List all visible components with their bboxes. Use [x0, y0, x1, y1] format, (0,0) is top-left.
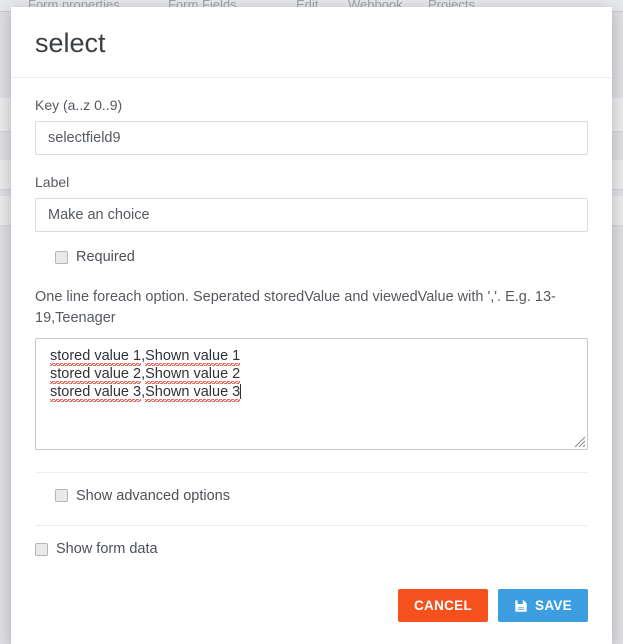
required-checkbox-label: Required: [76, 249, 135, 266]
options-help-text: One line foreach option. Seperated store…: [35, 288, 556, 326]
options-line-2-shown: Shown value 2: [145, 365, 241, 384]
options-line-3-stored: stored value 3: [50, 383, 142, 402]
options-line-2-stored: stored value 2: [50, 365, 142, 384]
divider-above-form-data: [35, 525, 588, 527]
options-line-3: stored value 3,Shown value 3: [50, 383, 242, 402]
cancel-button[interactable]: CANCEL: [397, 589, 489, 622]
show-advanced-options-row[interactable]: Show advanced options: [55, 489, 588, 504]
label-field-label: Label: [35, 173, 70, 190]
show-form-data-checkbox[interactable]: [35, 542, 48, 556]
options-line-3-shown: Shown value 3: [145, 383, 241, 402]
label-input[interactable]: [35, 198, 588, 233]
required-checkbox[interactable]: [55, 250, 68, 264]
divider-above-advanced: [35, 471, 588, 473]
show-form-data-label: Show form data: [56, 541, 158, 558]
key-field-group: Key (a..z 0..9): [35, 96, 588, 155]
options-line-1-shown: Shown value 1: [145, 347, 241, 366]
options-line-2: stored value 2,Shown value 2: [50, 365, 241, 384]
modal-header: select: [11, 7, 612, 78]
options-textarea[interactable]: stored value 1,Shown value 1 stored valu…: [35, 337, 588, 450]
show-form-data-row[interactable]: Show form data: [35, 542, 588, 557]
required-checkbox-row[interactable]: Required: [55, 250, 588, 265]
options-textarea-wrap: stored value 1,Shown value 1 stored valu…: [35, 337, 588, 450]
key-input[interactable]: [35, 120, 588, 155]
show-advanced-options-checkbox[interactable]: [55, 489, 68, 503]
key-field-label: Key (a..z 0..9): [35, 96, 123, 113]
cancel-button-label: CANCEL: [413, 598, 473, 613]
label-field-group: Label: [35, 173, 588, 233]
modal-title: select: [35, 28, 106, 58]
save-button-label: SAVE: [535, 598, 572, 613]
floppy-disk-icon: [515, 599, 527, 612]
modal-body: Key (a..z 0..9) Label Required One line …: [11, 78, 612, 644]
modal-footer: CANCEL SAVE: [11, 589, 612, 644]
options-line-1-stored: stored value 1: [50, 347, 142, 366]
save-button[interactable]: SAVE: [498, 589, 588, 622]
options-line-1: stored value 1,Shown value 1: [50, 347, 241, 366]
show-advanced-options-label: Show advanced options: [76, 487, 230, 504]
field-settings-modal: select Key (a..z 0..9) Label Required On…: [11, 7, 612, 644]
text-cursor: [240, 383, 242, 399]
